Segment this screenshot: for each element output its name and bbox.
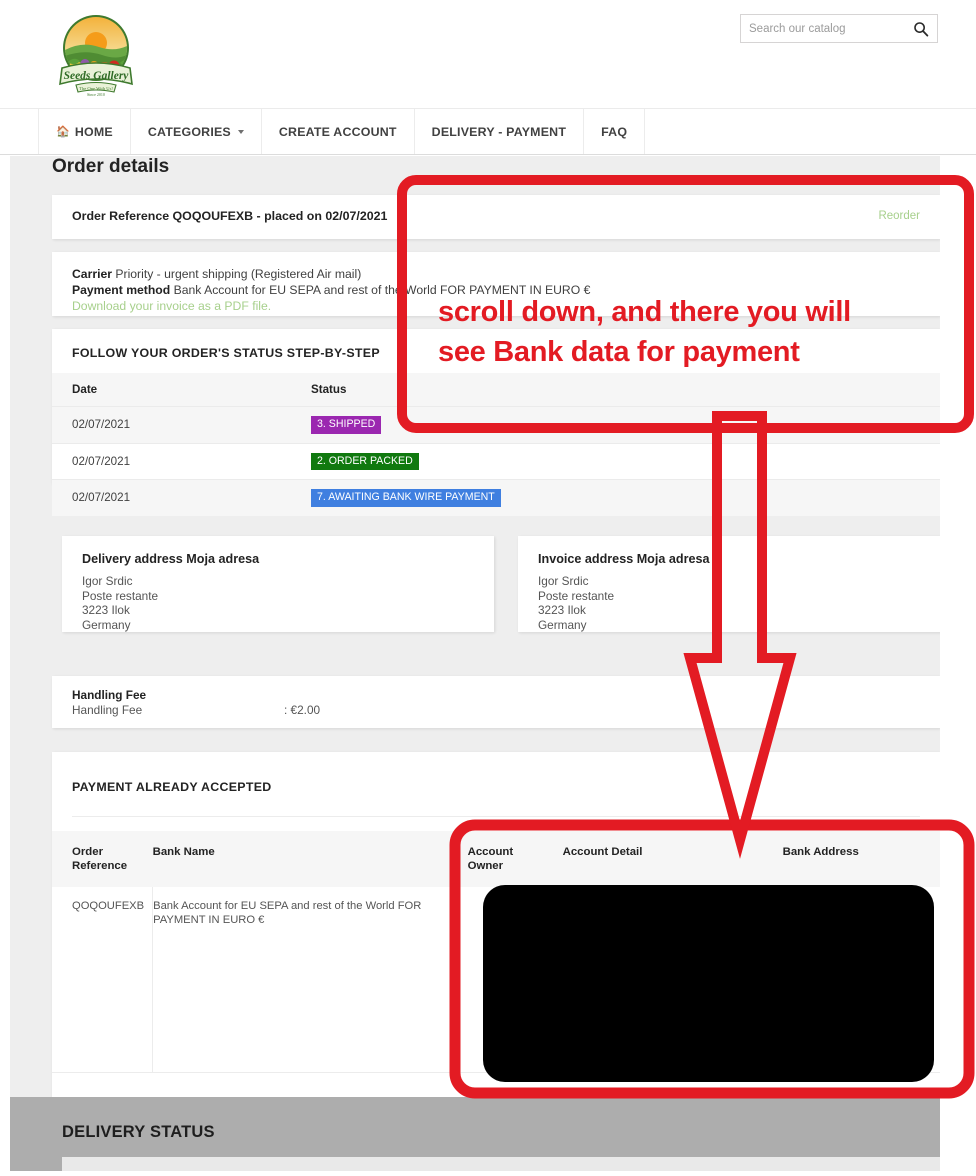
svg-text:Seeds Gallery: Seeds Gallery (64, 70, 130, 82)
cell-bank-address (770, 887, 940, 1073)
delivery-status-heading: DELIVERY STATUS (62, 1123, 215, 1141)
reorder-link[interactable]: Reorder (878, 210, 920, 222)
table-header-row: Order Reference Bank Name Account Owner … (52, 831, 940, 887)
nav-item-create-account[interactable]: CREATE ACCOUNT (260, 109, 414, 154)
payment-accepted-heading: PAYMENT ALREADY ACCEPTED (72, 780, 272, 794)
nav-item-home[interactable]: 🏠 HOME (38, 109, 130, 154)
nav-item-categories[interactable]: CATEGORIES (129, 109, 261, 154)
download-invoice-link[interactable]: Download your invoice as a PDF file. (72, 298, 920, 314)
invoice-address-title: Invoice address Moja adresa (538, 552, 710, 566)
carrier-payment-card: Carrier Priority - urgent shipping (Regi… (52, 252, 940, 316)
address-line: 3223 Ilok (538, 603, 586, 617)
address-line: Poste restante (82, 588, 159, 603)
invoice-address-card: Invoice address Moja adresa Igor Srdic P… (518, 536, 940, 632)
nav-item-delivery-payment[interactable]: DELIVERY - PAYMENT (413, 109, 583, 154)
site-header: Seeds Gallery The One With Us! Since 201… (0, 0, 976, 108)
payment-accepted-card: PAYMENT ALREADY ACCEPTED Order Reference… (52, 752, 940, 1110)
address-line: Igor Srdic (82, 574, 133, 588)
handling-fee-card: Handling Fee Handling Fee : €2.00 (52, 676, 940, 728)
main-navigation: 🏠 HOME CATEGORIES CREATE ACCOUNT DELIVER… (0, 108, 976, 155)
search-input[interactable] (749, 22, 913, 35)
nav-label: CREATE ACCOUNT (278, 124, 397, 139)
status-date: 02/07/2021 (52, 479, 296, 516)
status-badge: 2. ORDER PACKED (311, 452, 419, 471)
table-row: QOQOUFEXB Bank Account for EU SEPA and r… (52, 887, 940, 1073)
order-status-heading: FOLLOW YOUR ORDER'S STATUS STEP-BY-STEP (72, 346, 380, 360)
status-cell: 2. ORDER PACKED (296, 442, 940, 480)
order-status-card: FOLLOW YOUR ORDER'S STATUS STEP-BY-STEP … (52, 329, 940, 516)
status-badge: 3. SHIPPED (311, 416, 382, 434)
payment-method-label: Payment method (72, 283, 171, 297)
col-bank-name: Bank Name (152, 831, 453, 887)
site-logo[interactable]: Seeds Gallery The One With Us! Since 201… (52, 10, 140, 98)
nav-label: HOME (74, 124, 113, 139)
status-cell: 7. AWAITING BANK WIRE PAYMENT (296, 479, 940, 516)
carrier-value: Priority - urgent shipping (Registered A… (115, 267, 362, 281)
col-order-reference: Order Reference (52, 831, 153, 887)
handling-fee-title: Handling Fee (72, 688, 147, 702)
cell-order-reference: QOQOUFEXB (52, 887, 153, 1073)
col-bank-address: Bank Address (770, 831, 940, 887)
payment-accepted-table: Order Reference Bank Name Account Owner … (52, 831, 940, 1073)
address-line: Igor Srdic (538, 574, 589, 588)
table-row: 02/07/2021 2. ORDER PACKED (52, 442, 940, 480)
carrier-line: Carrier Priority - urgent shipping (Regi… (72, 266, 920, 282)
payment-method-value: Bank Account for EU SEPA and rest of the… (173, 283, 591, 297)
status-date: 02/07/2021 (52, 442, 296, 480)
address-line: Poste restante (538, 588, 615, 603)
svg-text:The One With Us!: The One With Us! (79, 86, 113, 91)
handling-fee-amount: : €2.00 (284, 703, 321, 717)
delivery-status-strip (62, 1157, 940, 1171)
chevron-down-icon (237, 129, 244, 134)
handling-fee-label: Handling Fee (72, 703, 143, 717)
search-icon[interactable] (913, 21, 929, 37)
order-status-table: Date Status 02/07/2021 3. SHIPPED 02/07/… (52, 373, 940, 516)
address-line: 3223 Ilok (82, 603, 130, 617)
nav-label: CATEGORIES (147, 124, 231, 139)
col-date: Date (52, 373, 296, 407)
page-title: Order details (52, 156, 170, 177)
svg-text:Since 2010: Since 2010 (87, 92, 105, 97)
nav-label: DELIVERY - PAYMENT (431, 124, 567, 139)
carrier-label: Carrier (72, 267, 112, 281)
section-divider (72, 816, 920, 817)
nav-item-faq[interactable]: FAQ (583, 109, 646, 154)
cell-bank-name: Bank Account for EU SEPA and rest of the… (152, 887, 453, 1073)
address-line: Germany (538, 617, 587, 632)
delivery-address-title: Delivery address Moja adresa (82, 552, 260, 566)
page-content: Order details Order Reference QOQOUFEXB … (0, 156, 976, 1171)
table-row: 02/07/2021 7. AWAITING BANK WIRE PAYMENT (52, 479, 940, 516)
table-header-row: Date Status (52, 373, 940, 407)
cell-account-owner (452, 887, 551, 1073)
status-date: 02/07/2021 (52, 406, 296, 444)
cell-account-detail (550, 887, 771, 1073)
status-cell: 3. SHIPPED (296, 406, 940, 444)
payment-method-line: Payment method Bank Account for EU SEPA … (72, 282, 920, 298)
table-row: 02/07/2021 3. SHIPPED (52, 406, 940, 444)
delivery-address-card: Delivery address Moja adresa Igor Srdic … (62, 536, 494, 632)
order-reference-text: Order Reference QOQOUFEXB - placed on 02… (72, 209, 388, 223)
col-status: Status (296, 373, 940, 407)
home-icon: 🏠 (56, 126, 70, 138)
search-box[interactable] (740, 14, 938, 43)
handling-fee-row: Handling Fee : €2.00 (72, 703, 920, 718)
nav-label: FAQ (601, 124, 628, 139)
delivery-status-bar: DELIVERY STATUS (10, 1097, 940, 1171)
status-badge: 7. AWAITING BANK WIRE PAYMENT (311, 489, 501, 507)
address-line: Germany (82, 617, 131, 632)
col-account-detail: Account Detail (550, 831, 771, 887)
col-account-owner: Account Owner (452, 831, 551, 887)
order-reference-card: Order Reference QOQOUFEXB - placed on 02… (52, 195, 940, 239)
